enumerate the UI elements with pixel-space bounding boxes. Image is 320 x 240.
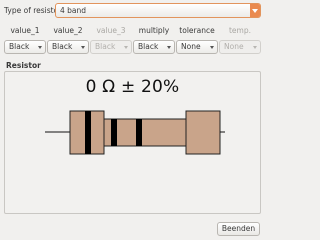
dropdown-arrow-icon — [250, 4, 260, 17]
tolerance-select[interactable]: None — [176, 40, 218, 54]
resistor-drawing — [45, 110, 225, 155]
color-band-value-1 — [85, 111, 91, 154]
header-tolerance: tolerance — [179, 26, 215, 35]
value-2-selected: Black — [52, 42, 73, 51]
header-multiply: multiply — [138, 26, 170, 35]
value-1-selected: Black — [9, 42, 30, 51]
value-3-selected: Black — [95, 42, 116, 51]
header-value-1: value_1 — [10, 26, 40, 35]
value-1-select[interactable]: Black — [4, 40, 46, 54]
resistor-frame-title: Resistor — [6, 61, 41, 70]
tolerance-selected: None — [181, 42, 201, 51]
temp-selected: None — [224, 42, 244, 51]
resistor-type-value: 4 band — [60, 6, 87, 15]
chevron-down-icon — [79, 41, 88, 53]
multiply-select[interactable]: Black — [133, 40, 175, 54]
chevron-down-icon — [165, 41, 174, 53]
color-band-multiply — [136, 119, 142, 146]
chevron-down-icon — [251, 41, 260, 53]
value-3-select: Black — [90, 40, 132, 54]
temp-select: None — [219, 40, 261, 54]
resistance-value: 0 Ω ± 20% — [85, 77, 180, 97]
close-button[interactable]: Beenden — [217, 222, 260, 236]
resistor-type-select[interactable]: 4 band — [55, 3, 261, 18]
multiply-selected: Black — [138, 42, 159, 51]
color-band-value-2 — [111, 119, 117, 146]
header-temp: temp. — [228, 26, 251, 35]
chevron-down-icon — [36, 41, 45, 53]
header-value-3: value_3 — [96, 26, 126, 35]
value-2-select[interactable]: Black — [47, 40, 89, 54]
header-value-2: value_2 — [53, 26, 83, 35]
chevron-down-icon — [208, 41, 217, 53]
resistor-end-cap-right — [185, 110, 221, 155]
chevron-down-icon — [122, 41, 131, 53]
